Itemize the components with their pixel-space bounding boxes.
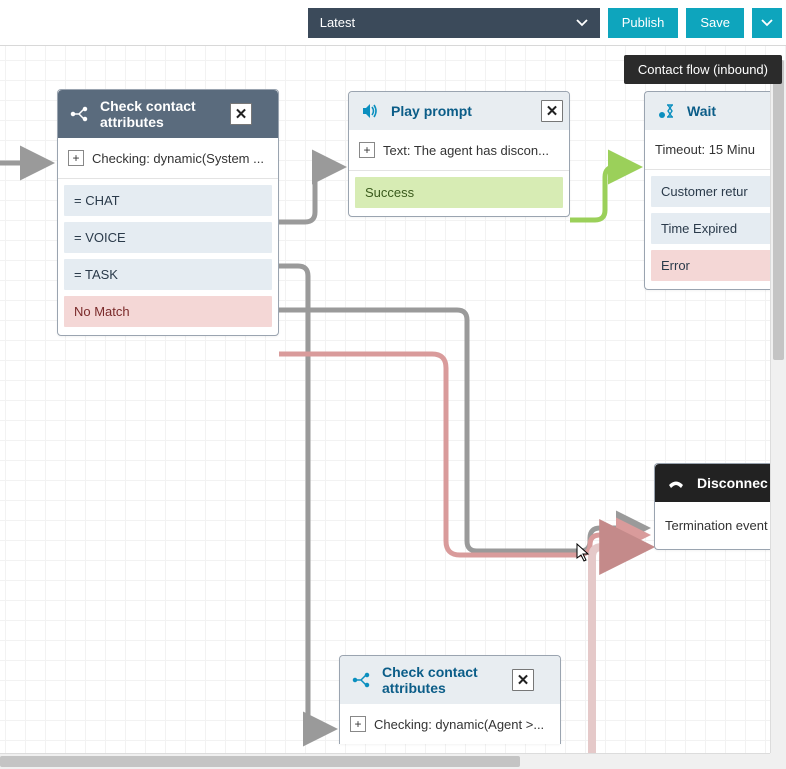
- hangup-icon: [665, 472, 687, 494]
- horizontal-scrollbar[interactable]: [0, 753, 770, 769]
- close-icon[interactable]: ✕: [230, 103, 252, 125]
- detail-text: Termination event: [665, 518, 768, 533]
- detail-text: Timeout: 15 Minu: [655, 142, 755, 157]
- node-title: Play prompt: [391, 103, 531, 119]
- flow-canvas[interactable]: Check contact attributes ✕ + Checking: d…: [0, 46, 786, 769]
- toolbar: Latest Publish Save: [0, 0, 786, 46]
- node-title: Check contact attributes: [100, 98, 220, 130]
- node-detail[interactable]: Termination event: [655, 502, 786, 549]
- speaker-icon: [359, 100, 381, 122]
- branch-icon: [350, 669, 372, 691]
- node-header[interactable]: Check contact attributes ✕: [58, 90, 278, 138]
- node-wait[interactable]: Wait Timeout: 15 Minu Customer retur Tim…: [644, 91, 786, 290]
- publish-button[interactable]: Publish: [608, 8, 679, 38]
- close-icon[interactable]: ✕: [512, 669, 534, 691]
- node-header[interactable]: Disconnec: [655, 464, 786, 502]
- node-disconnect[interactable]: Disconnec Termination event: [654, 463, 786, 550]
- node-detail[interactable]: + Checking: dynamic(Agent >...: [340, 704, 560, 744]
- node-header[interactable]: Check contact attributes ✕: [340, 656, 560, 704]
- hourglass-icon: [655, 100, 677, 122]
- scrollbar-thumb[interactable]: [773, 60, 784, 360]
- node-check-contact-attributes[interactable]: Check contact attributes ✕ + Checking: d…: [57, 89, 279, 336]
- vertical-scrollbar[interactable]: [770, 60, 786, 769]
- scrollbar-thumb[interactable]: [0, 756, 520, 767]
- branch-error[interactable]: Error: [651, 250, 786, 281]
- save-more-button[interactable]: [752, 8, 782, 38]
- branch-task[interactable]: = TASK: [64, 259, 272, 290]
- chevron-down-icon: [576, 17, 588, 29]
- version-dropdown[interactable]: Latest: [308, 8, 600, 38]
- branch-icon: [68, 103, 90, 125]
- version-dropdown-label: Latest: [320, 15, 355, 30]
- node-detail[interactable]: Timeout: 15 Minu: [645, 130, 786, 170]
- branch-success[interactable]: Success: [355, 177, 563, 208]
- expand-icon[interactable]: +: [350, 716, 366, 732]
- node-detail[interactable]: + Checking: dynamic(System ...: [58, 138, 278, 179]
- expand-icon[interactable]: +: [68, 150, 84, 166]
- cursor-icon: [576, 543, 592, 566]
- close-icon[interactable]: ✕: [541, 100, 563, 122]
- expand-icon[interactable]: +: [359, 142, 375, 158]
- chevron-down-icon: [761, 17, 773, 29]
- node-header[interactable]: Wait: [645, 92, 786, 130]
- node-play-prompt[interactable]: Play prompt ✕ + Text: The agent has disc…: [348, 91, 570, 217]
- node-check-contact-attributes-2[interactable]: Check contact attributes ✕ + Checking: d…: [339, 655, 561, 744]
- node-detail[interactable]: + Text: The agent has discon...: [349, 130, 569, 171]
- detail-text: Text: The agent has discon...: [383, 143, 549, 158]
- branch-voice[interactable]: = VOICE: [64, 222, 272, 253]
- save-button[interactable]: Save: [686, 8, 744, 38]
- node-header[interactable]: Play prompt ✕: [349, 92, 569, 130]
- branch-chat[interactable]: = CHAT: [64, 185, 272, 216]
- branch-customer-return[interactable]: Customer retur: [651, 176, 786, 207]
- scrollbar-corner: [770, 753, 786, 769]
- detail-text: Checking: dynamic(Agent >...: [374, 717, 544, 732]
- branch-time-expired[interactable]: Time Expired: [651, 213, 786, 244]
- flow-type-badge: Contact flow (inbound): [624, 55, 782, 84]
- branch-no-match[interactable]: No Match: [64, 296, 272, 327]
- detail-text: Checking: dynamic(System ...: [92, 151, 264, 166]
- node-title: Check contact attributes: [382, 664, 502, 696]
